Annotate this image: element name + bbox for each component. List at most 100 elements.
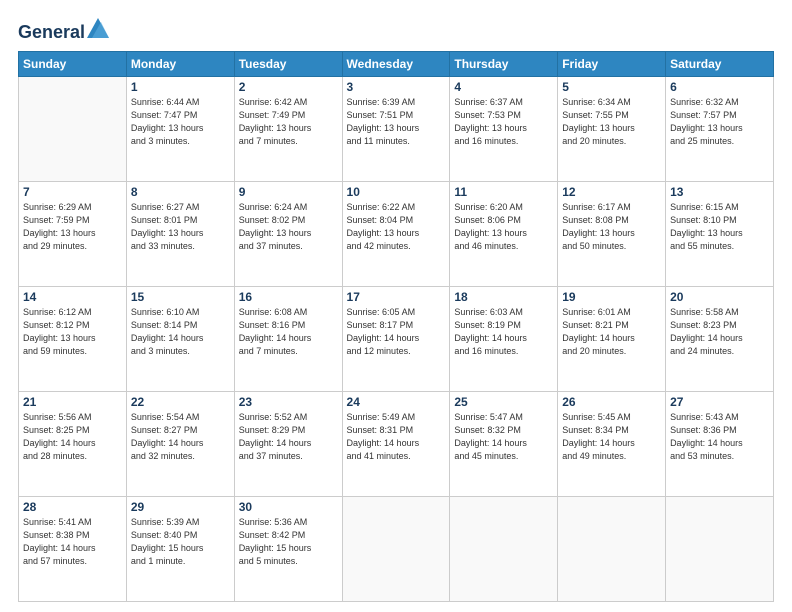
calendar-cell: 24 Sunrise: 5:49 AMSunset: 8:31 PMDayligh…	[342, 391, 450, 496]
calendar-cell: 2Sunrise: 6:42 AMSunset: 7:49 PMDaylight…	[234, 76, 342, 181]
day-header-saturday: Saturday	[666, 51, 774, 76]
calendar-cell: 7 Sunrise: 6:29 AMSunset: 7:59 PMDaylight…	[19, 181, 127, 286]
header: General	[18, 18, 774, 43]
calendar-cell	[558, 496, 666, 601]
calendar-cell: 12 Sunrise: 6:17 AMSunset: 8:08 PMDayligh…	[558, 181, 666, 286]
day-number: 10	[347, 185, 446, 199]
day-info: Sunrise: 5:49 AMSunset: 8:31 PMDaylight:…	[347, 411, 446, 463]
day-info: Sunrise: 6:08 AMSunset: 8:16 PMDaylight:…	[239, 306, 338, 358]
day-number: 7	[23, 185, 122, 199]
calendar-body: 1 Sunrise: 6:44 AMSunset: 7:47 PMDaylight…	[19, 76, 774, 601]
day-info: Sunrise: 5:54 AMSunset: 8:27 PMDaylight:…	[131, 411, 230, 463]
day-number: 6	[670, 80, 769, 94]
day-info: Sunrise: 6:29 AMSunset: 7:59 PMDaylight:…	[23, 201, 122, 253]
day-number: 17	[347, 290, 446, 304]
day-number: 16	[239, 290, 338, 304]
day-info: Sunrise: 6:44 AMSunset: 7:47 PMDaylight:…	[131, 96, 230, 148]
calendar-cell: 11 Sunrise: 6:20 AMSunset: 8:06 PMDayligh…	[450, 181, 558, 286]
day-info: Sunrise: 6:27 AMSunset: 8:01 PMDaylight:…	[131, 201, 230, 253]
calendar-cell	[342, 496, 450, 601]
day-info: Sunrise: 5:39 AMSunset: 8:40 PMDaylight:…	[131, 516, 230, 568]
day-number: 30	[239, 500, 338, 514]
day-number: 22	[131, 395, 230, 409]
week-row-1: 1 Sunrise: 6:44 AMSunset: 7:47 PMDaylight…	[19, 76, 774, 181]
day-info: Sunrise: 5:45 AMSunset: 8:34 PMDaylight:…	[562, 411, 661, 463]
day-header-tuesday: Tuesday	[234, 51, 342, 76]
day-info: Sunrise: 6:20 AMSunset: 8:06 PMDaylight:…	[454, 201, 553, 253]
day-number: 15	[131, 290, 230, 304]
day-info: Sunrise: 5:43 AMSunset: 8:36 PMDaylight:…	[670, 411, 769, 463]
day-number: 11	[454, 185, 553, 199]
calendar-cell: 10 Sunrise: 6:22 AMSunset: 8:04 PMDayligh…	[342, 181, 450, 286]
day-info: Sunrise: 6:17 AMSunset: 8:08 PMDaylight:…	[562, 201, 661, 253]
calendar-cell: 3 Sunrise: 6:39 AMSunset: 7:51 PMDaylight…	[342, 76, 450, 181]
day-number: 21	[23, 395, 122, 409]
day-number: 5	[562, 80, 661, 94]
calendar-cell: 28 Sunrise: 5:41 AMSunset: 8:38 PMDayligh…	[19, 496, 127, 601]
day-number: 12	[562, 185, 661, 199]
day-number: 14	[23, 290, 122, 304]
calendar-cell	[19, 76, 127, 181]
calendar-cell: 15Sunrise: 6:10 AMSunset: 8:14 PMDayligh…	[126, 286, 234, 391]
logo: General	[18, 18, 109, 43]
day-info: Sunrise: 6:12 AMSunset: 8:12 PMDaylight:…	[23, 306, 122, 358]
day-number: 18	[454, 290, 553, 304]
calendar-cell: 9 Sunrise: 6:24 AMSunset: 8:02 PMDaylight…	[234, 181, 342, 286]
day-number: 23	[239, 395, 338, 409]
day-number: 19	[562, 290, 661, 304]
day-header-thursday: Thursday	[450, 51, 558, 76]
day-number: 26	[562, 395, 661, 409]
day-info: Sunrise: 5:58 AMSunset: 8:23 PMDaylight:…	[670, 306, 769, 358]
calendar-cell	[450, 496, 558, 601]
logo-text: General	[18, 18, 109, 43]
day-info: Sunrise: 6:37 AMSunset: 7:53 PMDaylight:…	[454, 96, 553, 148]
calendar-cell: 22 Sunrise: 5:54 AMSunset: 8:27 PMDayligh…	[126, 391, 234, 496]
day-info: Sunrise: 6:39 AMSunset: 7:51 PMDaylight:…	[347, 96, 446, 148]
day-number: 3	[347, 80, 446, 94]
day-number: 24	[347, 395, 446, 409]
day-number: 1	[131, 80, 230, 94]
day-number: 28	[23, 500, 122, 514]
calendar-cell: 6Sunrise: 6:32 AMSunset: 7:57 PMDaylight…	[666, 76, 774, 181]
calendar-cell: 13 Sunrise: 6:15 AMSunset: 8:10 PMDayligh…	[666, 181, 774, 286]
calendar-cell: 27 Sunrise: 5:43 AMSunset: 8:36 PMDayligh…	[666, 391, 774, 496]
calendar-cell: 4Sunrise: 6:37 AMSunset: 7:53 PMDaylight…	[450, 76, 558, 181]
calendar-cell: 30 Sunrise: 5:36 AMSunset: 8:42 PMDayligh…	[234, 496, 342, 601]
day-header-sunday: Sunday	[19, 51, 127, 76]
calendar-header-row: SundayMondayTuesdayWednesdayThursdayFrid…	[19, 51, 774, 76]
calendar-cell: 5Sunrise: 6:34 AMSunset: 7:55 PMDaylight…	[558, 76, 666, 181]
day-number: 13	[670, 185, 769, 199]
day-info: Sunrise: 6:22 AMSunset: 8:04 PMDaylight:…	[347, 201, 446, 253]
calendar-cell: 19Sunrise: 6:01 AMSunset: 8:21 PMDayligh…	[558, 286, 666, 391]
day-info: Sunrise: 5:52 AMSunset: 8:29 PMDaylight:…	[239, 411, 338, 463]
day-header-monday: Monday	[126, 51, 234, 76]
day-number: 8	[131, 185, 230, 199]
day-number: 2	[239, 80, 338, 94]
day-number: 25	[454, 395, 553, 409]
day-header-friday: Friday	[558, 51, 666, 76]
calendar-cell: 14 Sunrise: 6:12 AMSunset: 8:12 PMDayligh…	[19, 286, 127, 391]
page: General SundayMondayTuesdayWednesdayThur	[0, 0, 792, 612]
day-info: Sunrise: 6:24 AMSunset: 8:02 PMDaylight:…	[239, 201, 338, 253]
day-info: Sunrise: 5:41 AMSunset: 8:38 PMDaylight:…	[23, 516, 122, 568]
calendar-cell: 18 Sunrise: 6:03 AMSunset: 8:19 PMDayligh…	[450, 286, 558, 391]
logo-icon	[87, 18, 109, 38]
week-row-5: 28 Sunrise: 5:41 AMSunset: 8:38 PMDayligh…	[19, 496, 774, 601]
day-info: Sunrise: 5:36 AMSunset: 8:42 PMDaylight:…	[239, 516, 338, 568]
week-row-4: 21Sunrise: 5:56 AMSunset: 8:25 PMDayligh…	[19, 391, 774, 496]
calendar-cell: 23 Sunrise: 5:52 AMSunset: 8:29 PMDayligh…	[234, 391, 342, 496]
day-number: 9	[239, 185, 338, 199]
day-info: Sunrise: 6:15 AMSunset: 8:10 PMDaylight:…	[670, 201, 769, 253]
calendar-cell: 17Sunrise: 6:05 AMSunset: 8:17 PMDayligh…	[342, 286, 450, 391]
day-header-wednesday: Wednesday	[342, 51, 450, 76]
calendar-cell: 1 Sunrise: 6:44 AMSunset: 7:47 PMDaylight…	[126, 76, 234, 181]
week-row-2: 7 Sunrise: 6:29 AMSunset: 7:59 PMDaylight…	[19, 181, 774, 286]
calendar-cell: 20Sunrise: 5:58 AMSunset: 8:23 PMDayligh…	[666, 286, 774, 391]
calendar-cell: 26 Sunrise: 5:45 AMSunset: 8:34 PMDayligh…	[558, 391, 666, 496]
calendar: SundayMondayTuesdayWednesdayThursdayFrid…	[18, 51, 774, 602]
calendar-cell: 8 Sunrise: 6:27 AMSunset: 8:01 PMDaylight…	[126, 181, 234, 286]
week-row-3: 14 Sunrise: 6:12 AMSunset: 8:12 PMDayligh…	[19, 286, 774, 391]
calendar-cell: 21Sunrise: 5:56 AMSunset: 8:25 PMDayligh…	[19, 391, 127, 496]
day-info: Sunrise: 6:03 AMSunset: 8:19 PMDaylight:…	[454, 306, 553, 358]
day-number: 27	[670, 395, 769, 409]
